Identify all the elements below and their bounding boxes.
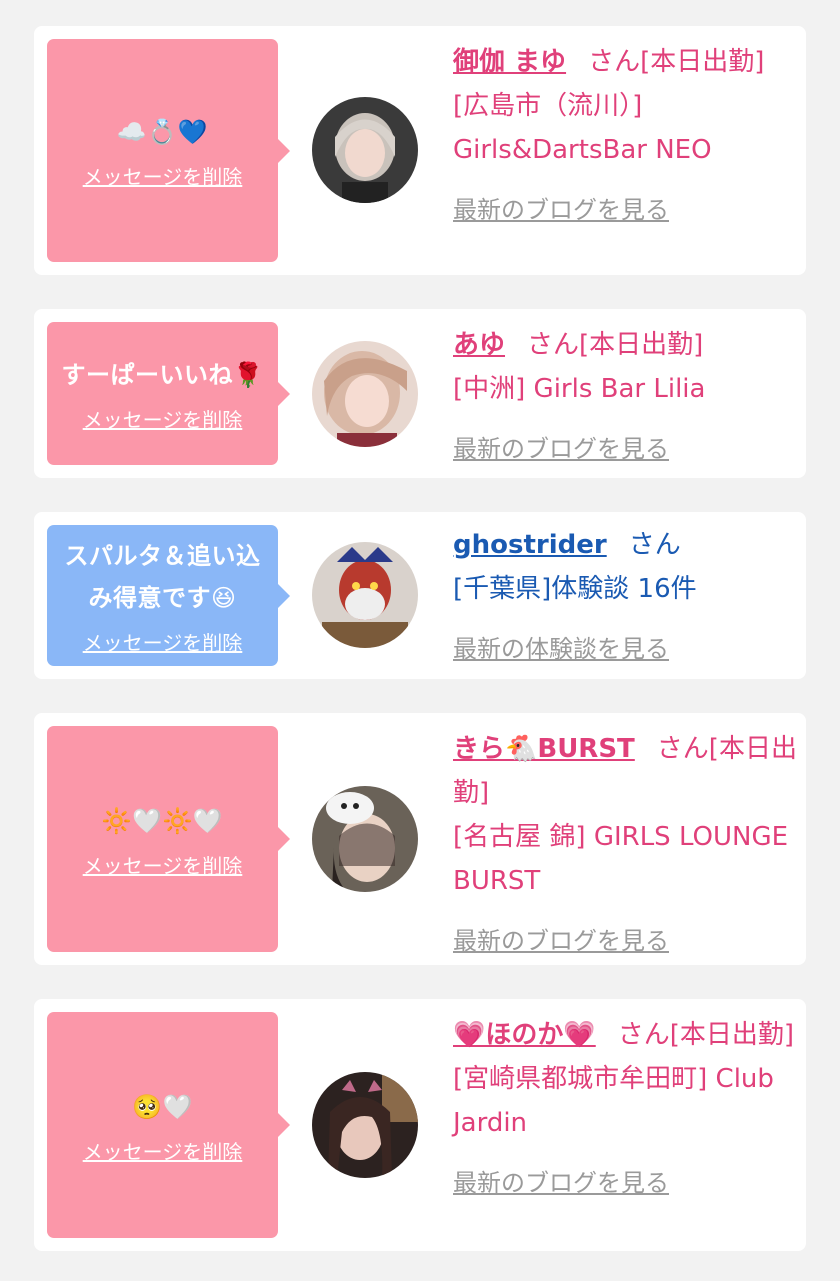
latest-review-link[interactable]: 最新の体験談を見る [453,627,669,671]
profile-name-link[interactable]: ghostrider [453,530,607,560]
latest-blog-link[interactable]: 最新のブログを見る [453,188,669,232]
honorific-status: さん[本日出勤] [588,47,765,77]
profile-info: 御伽 まゆ さん[本日出勤] [広島市（流川）] Girls&DartsBar N… [453,40,799,232]
profile-info: ghostrider さん [千葉県]体験談 16件 最新の体験談を見る [453,523,799,671]
delete-message-link[interactable]: メッセージを削除 [83,161,243,190]
profile-info: 💗ほのか💗 さん[本日出勤] [宮崎県都城市牟田町] Club Jardin 最新… [453,1013,799,1205]
profile-info: きら🐔BURST さん[本日出勤] [名古屋 錦] GIRLS LOUNGE BU… [453,727,799,963]
list-item: 🔆🤍🔆🤍 メッセージを削除 きら🐔BURST さん[本日出勤] [名古屋 錦] G… [34,713,806,965]
delete-message-link[interactable]: メッセージを削除 [83,627,243,656]
honorific-status: さん [628,530,681,560]
list-item: ☁️💍💙 メッセージを削除 御伽 まゆ さん[本日出勤] [広島市（流川）] Gi… [34,26,806,275]
list-item: すーぱーいいね🌹 メッセージを削除 あゆ さん[本日出勤] [中洲] Girls … [34,309,806,478]
profile-name-link[interactable]: きら🐔BURST [453,734,635,764]
latest-blog-link[interactable]: 最新のブログを見る [453,919,669,963]
message-text: すーぱーいいね🌹 [61,361,264,389]
delete-message-link[interactable]: メッセージを削除 [83,850,243,879]
message-text: 🥺🤍 [132,1092,193,1121]
message-bubble: 🥺🤍 メッセージを削除 [47,1012,290,1238]
shop-info: [広島市（流川）] Girls&DartsBar NEO [453,91,712,165]
honorific-status: さん[本日出勤] [527,330,704,360]
shop-info: [宮崎県都城市牟田町] Club Jardin [453,1064,774,1138]
message-text: ☁️💍💙 [116,118,209,146]
shop-info: [中洲] Girls Bar Lilia [453,374,706,404]
delete-message-link[interactable]: メッセージを削除 [83,404,243,433]
profile-info: あゆ さん[本日出勤] [中洲] Girls Bar Lilia 最新のブログを見… [453,323,799,471]
honorific-status: さん[本日出勤] [617,1020,795,1050]
latest-blog-link[interactable]: 最新のブログを見る [453,427,669,471]
avatar[interactable] [312,786,418,892]
avatar[interactable] [312,542,418,648]
shop-info: [名古屋 錦] GIRLS LOUNGE BURST [453,822,789,896]
profile-name-link[interactable]: 💗ほのか💗 [453,1020,596,1050]
delete-message-link[interactable]: メッセージを削除 [83,1136,243,1165]
message-bubble: 🔆🤍🔆🤍 メッセージを削除 [47,726,290,952]
avatar[interactable] [312,1072,418,1178]
message-bubble: すーぱーいいね🌹 メッセージを削除 [47,322,290,465]
message-bubble: ☁️💍💙 メッセージを削除 [47,39,290,262]
message-text: 🔆🤍🔆🤍 [101,806,224,835]
shop-info: [千葉県]体験談 16件 [453,574,697,604]
message-list: ☁️💍💙 メッセージを削除 御伽 まゆ さん[本日出勤] [広島市（流川）] Gi… [0,0,840,1281]
avatar[interactable] [312,97,418,203]
avatar[interactable] [312,341,418,447]
profile-name-link[interactable]: あゆ [453,330,505,360]
message-text: スパルタ＆追い込み得意です😆 [64,542,261,612]
profile-name-link[interactable]: 御伽 まゆ [453,47,566,77]
list-item: スパルタ＆追い込み得意です😆 メッセージを削除 ghostrider さん [千葉… [34,512,806,679]
list-item: 🥺🤍 メッセージを削除 💗ほのか💗 さん[本日出勤] [宮崎県都城市牟田町] Cl… [34,999,806,1251]
latest-blog-link[interactable]: 最新のブログを見る [453,1161,669,1205]
message-bubble: スパルタ＆追い込み得意です😆 メッセージを削除 [47,525,290,666]
